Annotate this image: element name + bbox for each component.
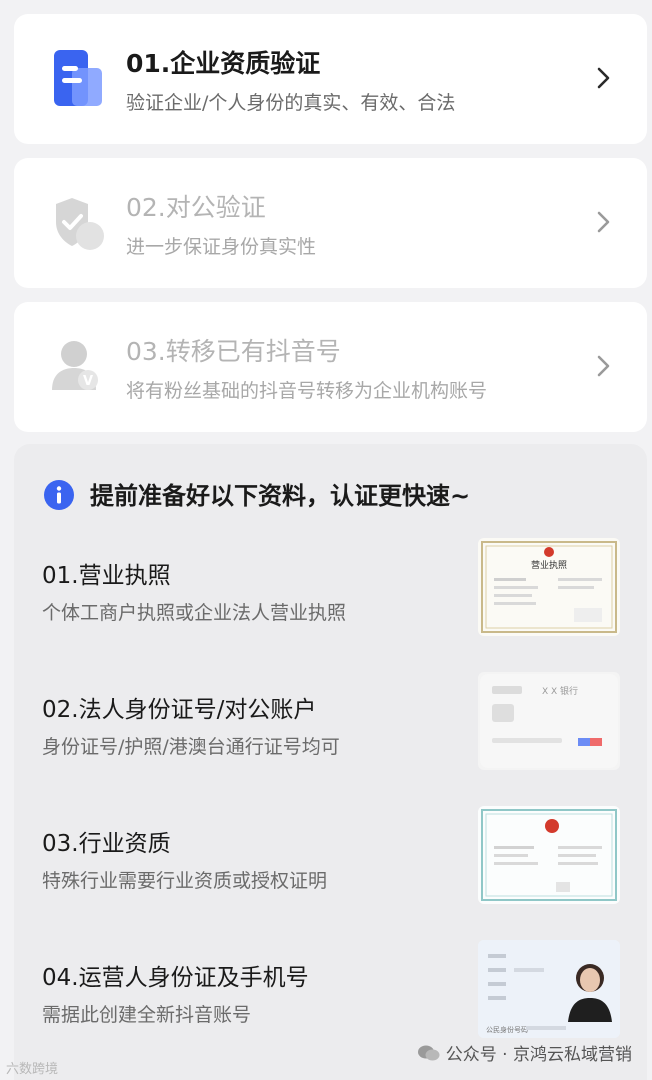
- step-title: 03.转移已有抖音号: [126, 337, 341, 366]
- watermark-logo-text: 六数跨境: [6, 1062, 59, 1077]
- requirement-title-operator-id: 04.运营人身份证及手机号: [42, 965, 309, 991]
- shield-check-icon: [56, 198, 104, 250]
- industry-certificate-thumbnail: [478, 806, 620, 904]
- chevron-right-icon: [597, 211, 610, 233]
- thumbnail-text: 营业执照: [531, 559, 567, 571]
- step-card-corporate-verification[interactable]: 02.对公验证 进一步保证身份真实性: [14, 158, 647, 288]
- preparation-heading: 提前准备好以下资料，认证更快速~: [90, 482, 471, 510]
- bank-card-thumbnail: X X 银行: [478, 672, 620, 770]
- id-card-thumbnail: 公民身份号码: [478, 940, 620, 1038]
- requirement-subtitle: 个体工商户执照或企业法人营业执照: [42, 602, 347, 624]
- step-subtitle: 进一步保证身份真实性: [126, 236, 317, 258]
- step-subtitle: 验证企业/个人身份的真实、有效、合法: [126, 92, 456, 114]
- step-title: 02.对公验证: [126, 193, 266, 222]
- svg-text:V: V: [83, 374, 93, 389]
- requirement-subtitle: 特殊行业需要行业资质或授权证明: [42, 870, 328, 892]
- chevron-right-icon: [597, 67, 610, 89]
- wechat-icon: [417, 1045, 440, 1060]
- chevron-right-icon: [597, 355, 610, 377]
- requirement-title-business-license: 01.营业执照: [42, 563, 171, 589]
- user-verified-icon: V: [52, 341, 98, 390]
- requirement-title-legal-id: 02.法人身份证号/对公账户: [42, 697, 317, 723]
- requirement-subtitle: 身份证号/护照/港澳台通行证号均可: [42, 736, 340, 758]
- watermark-wechat-official-account: 公众号 · 京鸿云私域营销: [417, 1040, 632, 1065]
- preparation-panel: 提前准备好以下资料，认证更快速~ 01.营业执照 个体工商户执照或企业法人营业执…: [14, 444, 647, 1080]
- requirement-subtitle: 需据此创建全新抖音账号: [42, 1004, 252, 1026]
- step-subtitle: 将有粉丝基础的抖音号转移为企业机构账号: [126, 380, 488, 402]
- requirement-title-industry-qualification: 03.行业资质: [42, 831, 171, 857]
- step-card-transfer-douyin-account[interactable]: V 03.转移已有抖音号 将有粉丝基础的抖音号转移为企业机构账号: [14, 302, 647, 432]
- thumbnail-text: 公民身份号码: [486, 1025, 528, 1034]
- info-icon: [44, 480, 74, 510]
- watermark-text: 公众号 · 京鸿云私域营销: [445, 1045, 632, 1065]
- thumbnail-text: X X 银行: [542, 685, 578, 697]
- business-license-thumbnail: 营业执照: [478, 538, 620, 636]
- document-icon: [54, 50, 102, 106]
- step-title: 01.企业资质验证: [126, 49, 321, 78]
- step-card-enterprise-verification[interactable]: 01.企业资质验证 验证企业/个人身份的真实、有效、合法: [14, 14, 647, 144]
